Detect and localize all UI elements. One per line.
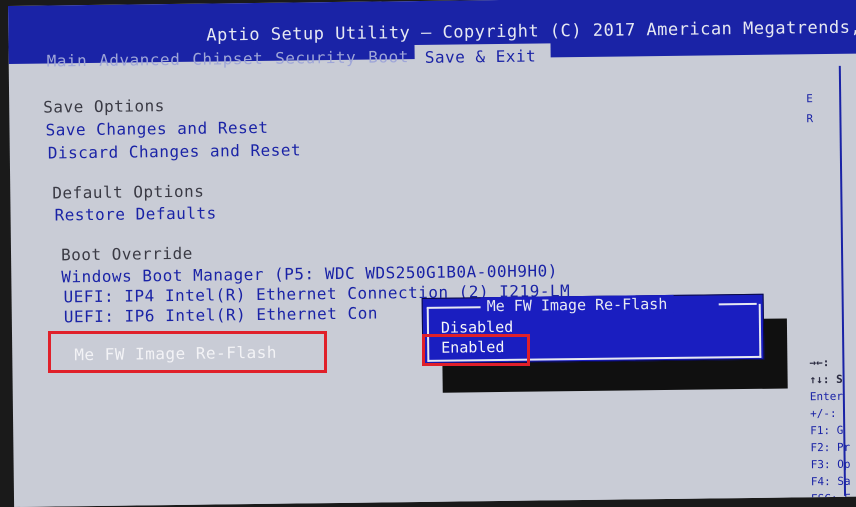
window-title: Aptio Setup Utility – Copyright (C) 2017… — [206, 16, 856, 46]
tab-save-exit[interactable]: Save & Exit — [414, 43, 551, 68]
tab-advanced[interactable]: Advanced — [93, 48, 186, 71]
help-key-change: +/-: — [809, 406, 837, 421]
tab-chipset[interactable]: Chipset — [186, 47, 269, 70]
help-key-f2: F2: Pr — [810, 440, 851, 455]
help-key-f3: F3: Op — [810, 457, 851, 472]
bios-screen: Aptio Setup Utility – Copyright (C) 2017… — [8, 0, 856, 507]
boot-override-uefi-ipv6[interactable]: UEFI: IP6 Intel(R) Ethernet Con — [64, 304, 378, 327]
save-options-header: Save Options — [43, 96, 165, 117]
restore-defaults-option[interactable]: Restore Defaults — [54, 203, 216, 224]
tab-security[interactable]: Security — [269, 46, 362, 69]
popup-title: Me FW Image Re-Flash — [480, 294, 674, 316]
help-text-line: R — [806, 112, 814, 126]
default-options-header: Default Options — [52, 181, 205, 203]
annotation-highlight-menu-item — [48, 331, 327, 373]
help-key-esc: ESC: E — [811, 491, 851, 506]
discard-changes-reset-option[interactable]: Discard Changes and Reset — [48, 140, 302, 162]
tab-boot[interactable]: Boot — [362, 45, 415, 68]
menu-panel: Save Options Save Changes and Reset Disc… — [14, 61, 846, 507]
help-key-f4: F4: Sa — [810, 474, 851, 489]
save-changes-reset-option[interactable]: Save Changes and Reset — [45, 118, 268, 140]
tab-main[interactable]: Main — [41, 49, 94, 72]
help-key-select-item: ↑↓: S — [809, 372, 843, 387]
help-key-f1: F1: G — [810, 423, 844, 438]
help-key-enter: Enter — [809, 389, 844, 404]
annotation-highlight-enabled-option — [422, 334, 530, 366]
help-text-line: E — [806, 92, 813, 106]
help-key-select-screen: →←: — [809, 355, 830, 370]
boot-override-header: Boot Override — [60, 243, 193, 265]
